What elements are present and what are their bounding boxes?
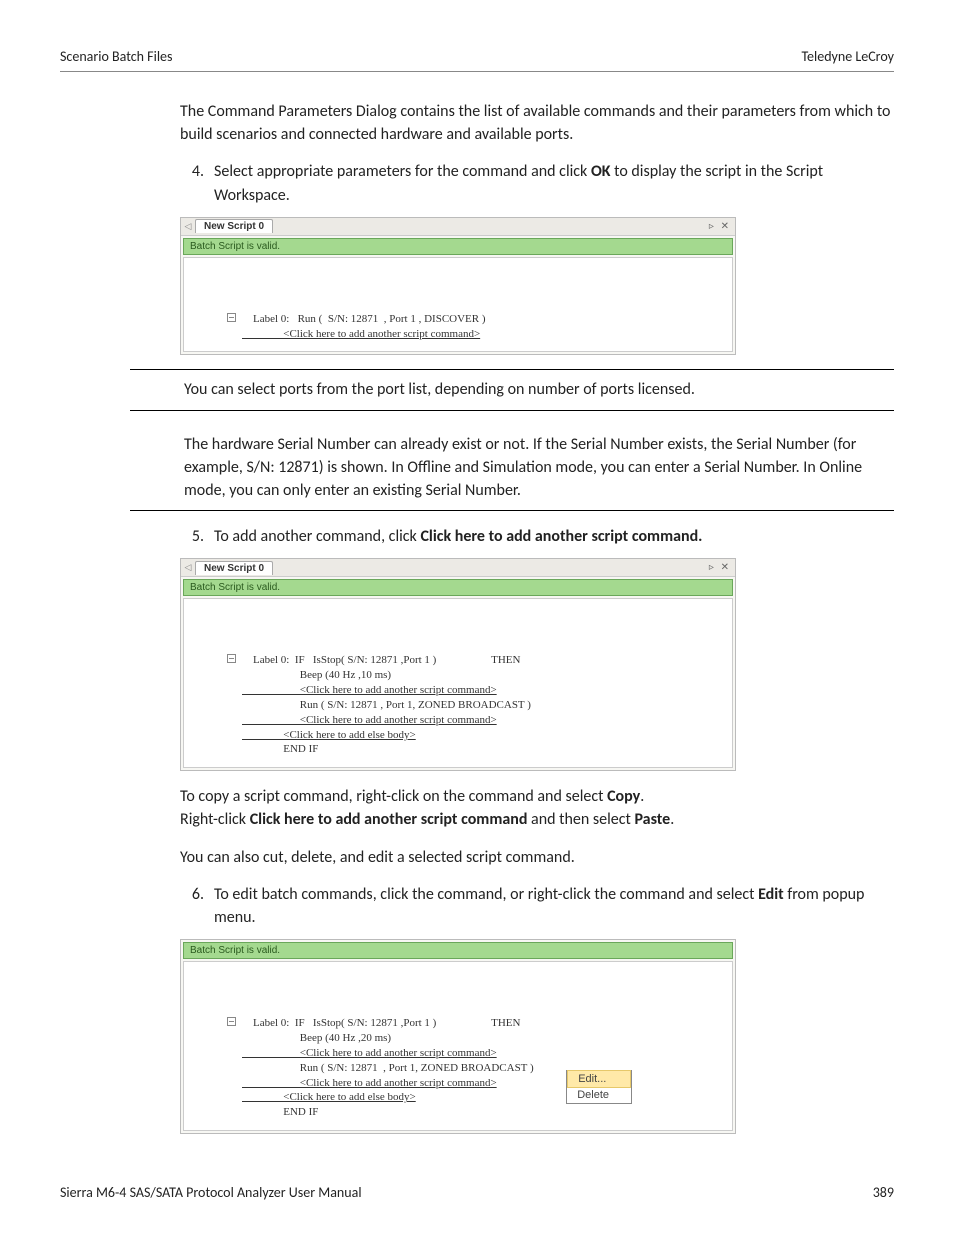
valid-status-bar: Batch Script is valid. [183, 238, 733, 255]
tab-nav-left-icon[interactable]: ◁ [181, 562, 195, 573]
page-header: Scenario Batch Files Teledyne LeCroy [60, 48, 894, 72]
step-6-number: 6. [180, 883, 214, 929]
script-workspace[interactable]: Label 0: IF IsStop( S/N: 12871 ,Port 1 )… [183, 598, 733, 768]
screenshot-2: ◁ New Script 0 ▹ ✕ Batch Script is valid… [180, 558, 736, 771]
step-6-bold: Edit [758, 885, 784, 904]
step-5: 5. To add another command, click Click h… [180, 525, 894, 548]
screenshot-1: ◁ New Script 0 ▹ ✕ Batch Script is valid… [180, 217, 736, 356]
step-5-bold: Click here to add another script command… [420, 527, 702, 546]
step-5-text-pre: To add another command, click [214, 527, 420, 546]
valid-status-bar: Batch Script is valid. [183, 579, 733, 596]
paste-bold1: Click here to add another script command [250, 810, 528, 829]
step-4-bold: OK [591, 162, 611, 181]
add-command-link[interactable]: <Click here to add another script comman… [242, 1046, 534, 1061]
paste-mid: and then select [527, 810, 634, 829]
script-line-if[interactable]: Label 0: IF IsStop( S/N: 12871 ,Port 1 )… [242, 653, 531, 668]
script-line-endif[interactable]: END IF [242, 1105, 534, 1120]
add-command-link[interactable]: <Click here to add another script comman… [242, 327, 486, 342]
add-command-link[interactable]: <Click here to add another script comman… [242, 713, 531, 728]
script-line-endif[interactable]: END IF [242, 742, 531, 757]
copy-bold: Copy [607, 787, 640, 806]
script-tab[interactable]: New Script 0 [195, 561, 273, 575]
add-command-link[interactable]: <Click here to add another script comman… [242, 1076, 534, 1091]
step-5-number: 5. [180, 525, 214, 548]
collapse-toggle-icon[interactable] [227, 654, 236, 663]
script-line-run[interactable]: Run ( S/N: 12871 , Port 1, ZONED BROADCA… [242, 698, 531, 713]
script-line-beep[interactable]: Beep (40 Hz ,20 ms) [242, 1031, 534, 1046]
note-ports-text: You can select ports from the port list,… [130, 370, 894, 409]
collapse-toggle-icon[interactable] [227, 1017, 236, 1026]
tab-nav-left-icon[interactable]: ◁ [181, 221, 195, 232]
step-4: 4. Select appropriate parameters for the… [180, 160, 894, 206]
tab-close-icon[interactable]: ▹ ✕ [709, 562, 731, 573]
page-footer: Sierra M6-4 SAS/SATA Protocol Analyzer U… [60, 1184, 894, 1201]
script-line-if[interactable]: Label 0: IF IsStop( S/N: 12871 ,Port 1 )… [242, 1016, 534, 1031]
copy-post: . [640, 787, 644, 806]
valid-status-bar: Batch Script is valid. [183, 942, 733, 959]
script-workspace[interactable]: Label 0: Run ( S/N: 12871 , Port 1 , DIS… [183, 257, 733, 353]
script-line-beep[interactable]: Beep (40 Hz ,10 ms) [242, 668, 531, 683]
footer-left: Sierra M6-4 SAS/SATA Protocol Analyzer U… [60, 1184, 362, 1201]
note-ports: You can select ports from the port list,… [130, 369, 894, 410]
script-line-run[interactable]: Run ( S/N: 12871 , Port 1, ZONED BROADCA… [242, 1061, 534, 1076]
step-6: 6. To edit batch commands, click the com… [180, 883, 894, 929]
context-menu-delete[interactable]: Delete [567, 1087, 631, 1103]
step-4-number: 4. [180, 160, 214, 206]
add-command-link[interactable]: <Click here to add another script comman… [242, 683, 531, 698]
context-menu: Edit... Delete [566, 1070, 632, 1104]
paste-pre: Right-click [180, 810, 250, 829]
note-serial-text: The hardware Serial Number can already e… [130, 425, 894, 511]
tab-close-icon[interactable]: ▹ ✕ [709, 221, 731, 232]
paste-bold2: Paste [634, 810, 670, 829]
note-serial: The hardware Serial Number can already e… [130, 425, 894, 512]
footer-page-number: 389 [873, 1184, 894, 1201]
script-line-run[interactable]: Label 0: Run ( S/N: 12871 , Port 1 , DIS… [242, 312, 486, 327]
add-else-link[interactable]: <Click here to add else body> [242, 728, 531, 743]
copy-pre: To copy a script command, right-click on… [180, 787, 607, 806]
screenshot-1-tabbar: ◁ New Script 0 ▹ ✕ [181, 218, 735, 236]
add-else-link[interactable]: <Click here to add else body> [242, 1090, 534, 1105]
cut-delete-paragraph: You can also cut, delete, and edit a sel… [180, 846, 894, 869]
header-right: Teledyne LeCroy [801, 48, 894, 65]
script-tab[interactable]: New Script 0 [195, 219, 273, 233]
script-workspace[interactable]: Label 0: IF IsStop( S/N: 12871 ,Port 1 )… [183, 961, 733, 1131]
copy-paragraph: To copy a script command, right-click on… [180, 785, 894, 831]
intro-paragraph: The Command Parameters Dialog contains t… [180, 100, 894, 146]
paste-post: . [670, 810, 674, 829]
step-4-text-pre: Select appropriate parameters for the co… [214, 162, 591, 181]
header-left: Scenario Batch Files [60, 48, 172, 65]
step-6-text-pre: To edit batch commands, click the comman… [214, 885, 758, 904]
screenshot-2-tabbar: ◁ New Script 0 ▹ ✕ [181, 559, 735, 577]
context-menu-edit[interactable]: Edit... [567, 1070, 631, 1088]
collapse-toggle-icon[interactable] [227, 313, 236, 322]
screenshot-3: Batch Script is valid. Label 0: IF IsSto… [180, 939, 736, 1134]
